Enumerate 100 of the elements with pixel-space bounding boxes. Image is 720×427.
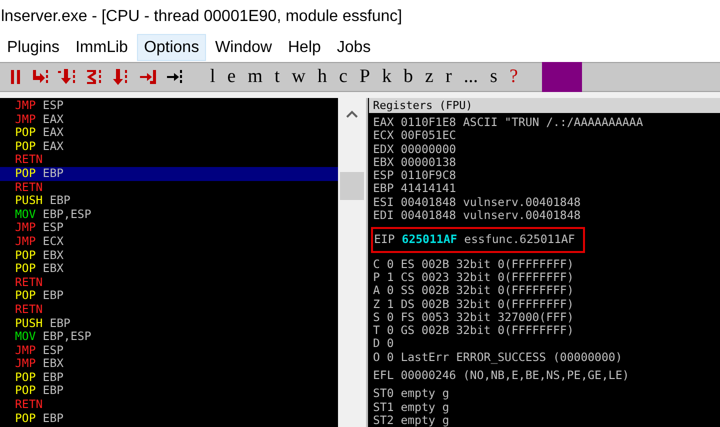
register-line: EBP 41414141	[373, 182, 458, 196]
register-line: EAX 0110F1E8 ASCII "TRUN /.:/AAAAAAAAAA	[373, 116, 644, 130]
code-row[interactable]: RETN	[0, 180, 338, 194]
code-row[interactable]: JMP ESP	[0, 99, 338, 113]
operand: EBX	[42, 248, 64, 262]
operand: ECX	[42, 234, 64, 249]
mnemonic: JMP	[15, 234, 36, 249]
operand: ESP	[42, 344, 64, 358]
code-row[interactable]: RETN	[0, 276, 338, 290]
code-row[interactable]: MOV EBP,ESP	[0, 330, 338, 344]
toolbar-button[interactable]: h	[312, 65, 332, 89]
toolbar-button[interactable]: s	[485, 65, 502, 89]
mnemonic: POP	[15, 248, 36, 262]
pause-icon[interactable]	[10, 69, 22, 85]
operand: EBP,ESP	[42, 208, 92, 222]
code-row[interactable]: MOV EBP,ESP	[0, 208, 338, 222]
code-row[interactable]: JMP EBX	[0, 357, 338, 371]
operand: EBP	[42, 289, 64, 303]
toolbar-button[interactable]: z	[420, 65, 438, 89]
operand: EBP	[50, 194, 70, 208]
register-line: ESP 0110F9C8	[373, 169, 458, 182]
scrollbar-thumb[interactable]	[340, 172, 364, 200]
register-line: O 0 LastErr ERROR_SUCCESS (00000000)	[373, 350, 624, 364]
operand: EBX	[42, 357, 64, 371]
code-row[interactable]: PUSH EBP	[0, 194, 338, 208]
toolbar-button[interactable]: c	[334, 65, 352, 89]
menu-item[interactable]: Window	[208, 34, 279, 61]
mnemonic: JMP	[15, 112, 36, 126]
mnemonic: POP	[15, 140, 36, 154]
mnemonic: MOV	[15, 208, 36, 222]
toolbar-button[interactable]: e	[222, 65, 241, 89]
toolbar-button[interactable]: w	[286, 65, 311, 89]
register-line: EDX 00000000	[373, 142, 458, 156]
code-row[interactable]: POP EBX	[0, 248, 338, 262]
toolbar-button[interactable]: r	[440, 65, 457, 89]
register-line: ST2 empty g	[373, 414, 450, 427]
operand: ESP	[42, 221, 64, 235]
toolbar-button[interactable]: ...	[458, 65, 484, 89]
code-row[interactable]: POP EBP	[0, 384, 338, 398]
menu-item[interactable]: Plugins	[0, 34, 66, 61]
mnemonic: POP	[15, 126, 36, 140]
window-title: lnserver.exe - [CPU - thread 00001E90, module essfunc]	[1, 6, 402, 26]
operand: EBP	[42, 384, 64, 398]
menu-item[interactable]: ImmLib	[68, 34, 135, 61]
register-line: Z 1 DS 002B 32bit 0(FFFFFFFF)	[373, 298, 575, 311]
code-row[interactable]: JMP ECX	[0, 234, 338, 249]
register-line: EBX 00000138	[373, 156, 458, 170]
toolbar-button[interactable]: b	[398, 65, 418, 89]
operand: EBP	[50, 316, 70, 330]
code-row[interactable]: RETN	[0, 302, 338, 316]
operand: EBP,ESP	[42, 330, 92, 344]
toolbar-button[interactable]: k	[377, 65, 397, 89]
return-arrow-icon[interactable]	[139, 68, 157, 86]
mnemonic: PUSH	[15, 316, 43, 330]
register-line: ST0 empty g	[373, 387, 450, 401]
code-row[interactable]: POP EBP	[0, 166, 338, 181]
mnemonic: RETN	[15, 180, 43, 194]
code-row[interactable]: POP EAX	[0, 140, 338, 154]
menu-item[interactable]: Options	[136, 34, 206, 61]
operand: EBX	[42, 262, 64, 276]
code-row[interactable]: POP EBP	[0, 412, 338, 426]
register-line: EDI 00401848 vulnserv.00401848	[373, 209, 582, 222]
mnemonic: POP	[15, 166, 36, 181]
menu-item[interactable]: Help	[280, 34, 328, 61]
scroll-up-icon[interactable]	[346, 110, 358, 118]
code-row[interactable]: RETN	[0, 398, 338, 412]
mnemonic: JMP	[15, 221, 36, 235]
code-row[interactable]: JMP ESP	[0, 344, 338, 358]
mnemonic: POP	[15, 289, 36, 303]
mnemonic: POP	[15, 262, 36, 276]
code-row[interactable]: JMP ESP	[0, 221, 338, 235]
register-line: P 1 CS 0023 32bit 0(FFFFFFFF)	[373, 270, 575, 284]
toolbar-button[interactable]: m	[242, 65, 268, 89]
operand: EBP	[42, 412, 64, 426]
register-line: A 0 SS 002B 32bit 0(FFFFFFFF)	[373, 284, 575, 298]
operand: EBP	[42, 166, 64, 181]
mnemonic: MOV	[15, 330, 36, 344]
register-line: C 0 ES 002B 32bit 0(FFFFFFFF)	[373, 258, 575, 271]
operand: EAX	[42, 140, 64, 154]
code-row[interactable]: POP EBX	[0, 262, 338, 276]
code-row[interactable]: PUSH EBP	[0, 316, 338, 330]
toolbar-button[interactable]: ?	[504, 65, 523, 89]
code-row[interactable]: RETN	[0, 153, 338, 167]
register-value: 625011AF	[402, 233, 458, 247]
mnemonic: RETN	[15, 398, 43, 412]
menu-item[interactable]: Jobs	[330, 34, 378, 61]
down-arrow-icon[interactable]	[112, 68, 130, 86]
toolbar-button[interactable]: l	[205, 65, 220, 89]
register-line: T 0 GS 002B 32bit 0(FFFFFFFF)	[373, 324, 575, 338]
mnemonic: JMP	[15, 344, 36, 358]
code-row[interactable]: POP EBP	[0, 370, 338, 384]
register-line: ST1 empty g	[373, 400, 450, 414]
toolbar-button[interactable]: P	[354, 65, 376, 89]
mnemonic: RETN	[15, 302, 43, 316]
toolbar-button[interactable]: t	[270, 65, 285, 89]
code-row[interactable]: POP EAX	[0, 126, 338, 140]
color-swatch[interactable]	[542, 62, 582, 92]
code-row[interactable]: JMP EAX	[0, 112, 338, 126]
mnemonic: RETN	[15, 276, 43, 290]
code-row[interactable]: POP EBP	[0, 289, 338, 303]
